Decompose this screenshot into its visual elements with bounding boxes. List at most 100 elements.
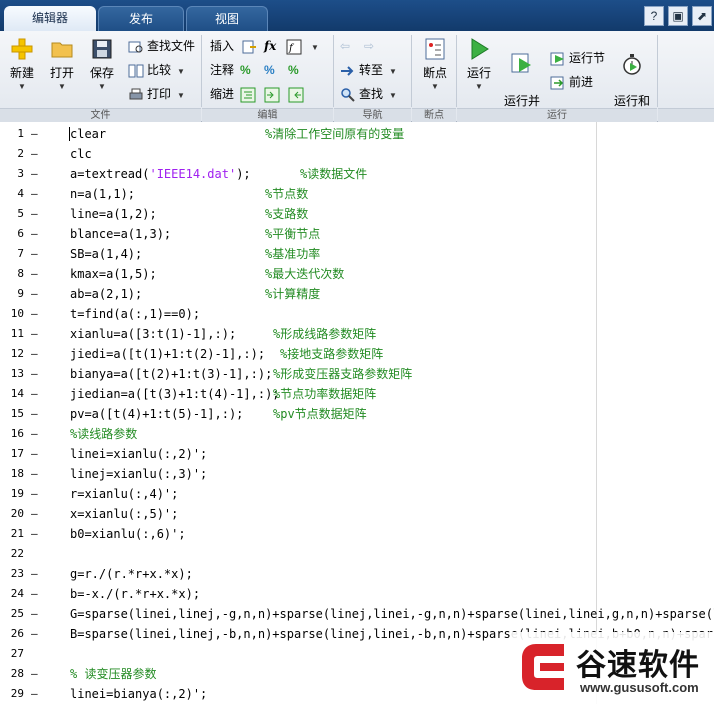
breakpoint-marker[interactable]: —	[31, 404, 38, 424]
code-line[interactable]: 12 — jiedi=a([t(1)+1:t(2)-1],:); %接地支路参数矩阵	[0, 344, 714, 364]
breakpoint-marker[interactable]: —	[31, 384, 38, 404]
code-line[interactable]: 15 — pv=a([t(4)+1:t(5)-1],:); %pv节点数据矩阵	[0, 404, 714, 424]
chevron-down-icon[interactable]: ▼	[462, 82, 496, 91]
code-line[interactable]: 17 — linei=xianlu(:,2)';	[0, 444, 714, 464]
fx-button[interactable]: fx	[264, 37, 276, 55]
breakpoints-button[interactable]: 断点 ▼	[417, 37, 453, 91]
code-comment: %支路数	[265, 207, 309, 221]
code-line[interactable]: 2 — clc	[0, 144, 714, 164]
insert-button[interactable]: 插入	[210, 37, 260, 55]
new-button[interactable]: 新建 ▼	[6, 37, 38, 91]
code-line[interactable]: 10 — t=find(a(:,1)==0);	[0, 304, 714, 324]
watermark-logo	[522, 644, 564, 690]
save-button[interactable]: 保存 ▼	[86, 37, 118, 91]
chevron-down-icon[interactable]: ▼	[389, 67, 397, 76]
chevron-down-icon[interactable]: ▼	[6, 82, 38, 91]
decrease-indent-icon[interactable]	[288, 85, 307, 103]
breakpoint-marker[interactable]: —	[31, 244, 38, 264]
chevron-down-icon[interactable]: ▼	[417, 82, 453, 91]
breakpoint-marker[interactable]: —	[31, 664, 38, 684]
breakpoint-marker[interactable]: —	[31, 444, 38, 464]
advance-button[interactable]: 前进	[550, 73, 593, 91]
find-button[interactable]: 查找 ▼	[340, 85, 397, 103]
increase-indent-icon[interactable]	[264, 85, 283, 103]
undock-icon[interactable]: ⬈	[692, 6, 712, 26]
chevron-down-icon[interactable]: ▼	[177, 91, 185, 100]
breakpoint-marker[interactable]: —	[31, 204, 38, 224]
code-line[interactable]: 14 — jiedian=a([t(3)+1:t(4)-1],:); %节点功率数据矩…	[0, 384, 714, 404]
code-line[interactable]: 25 — G=sparse(linei,linej,-g,n,n)+sparse(l…	[0, 604, 714, 624]
code-line[interactable]: 5 — line=a(1,2); %支路数	[0, 204, 714, 224]
code-line[interactable]: 9 — ab=a(2,1); %计算精度	[0, 284, 714, 304]
code-line[interactable]: 1 — clear %清除工作空间原有的变量	[0, 124, 714, 144]
help-icon[interactable]: ?	[644, 6, 664, 26]
comment-percent-icon[interactable]: %	[240, 61, 251, 79]
breakpoint-marker[interactable]: —	[31, 484, 38, 504]
breakpoint-marker[interactable]: —	[31, 324, 38, 344]
code-line[interactable]: 22	[0, 544, 714, 564]
print-button[interactable]: 打印 ▼	[128, 85, 185, 103]
watermark-title: 谷速软件	[576, 648, 700, 683]
code-line[interactable]: 13 — bianya=a([t(2)+1:t(3)-1],:); %形成变压器支路参…	[0, 364, 714, 384]
breakpoint-marker[interactable]: —	[31, 304, 38, 324]
open-button[interactable]: 打开 ▼	[46, 37, 78, 91]
breakpoint-marker[interactable]: —	[31, 624, 38, 644]
tab-editor[interactable]: 编辑器	[4, 6, 96, 31]
chevron-down-icon[interactable]: ▼	[311, 43, 319, 52]
breakpoint-marker[interactable]: —	[31, 604, 38, 624]
breakpoint-marker[interactable]: —	[31, 504, 38, 524]
code-line[interactable]: 23 — g=r./(r.*r+x.*x);	[0, 564, 714, 584]
breakpoint-marker[interactable]: —	[31, 344, 38, 364]
breakpoint-marker[interactable]: —	[31, 424, 38, 444]
back-arrow-icon[interactable]: ⇦	[340, 37, 350, 55]
breakpoint-marker[interactable]: —	[31, 284, 38, 304]
code-line[interactable]: 6 — blance=a(1,3); %平衡节点	[0, 224, 714, 244]
uncomment-percent-icon[interactable]: %	[264, 61, 275, 79]
wrap-comment-icon[interactable]: %	[288, 61, 299, 79]
goto-button[interactable]: 转至 ▼	[340, 61, 397, 79]
code-line[interactable]: 18 — linej=xianlu(:,3)';	[0, 464, 714, 484]
forward-arrow-icon[interactable]: ⇨	[364, 37, 374, 55]
breakpoint-marker[interactable]: —	[31, 524, 38, 544]
comment-button[interactable]: 注释	[210, 61, 234, 79]
breakpoint-marker[interactable]: —	[31, 164, 38, 184]
smart-indent-icon[interactable]	[240, 85, 259, 103]
breakpoint-marker[interactable]: —	[31, 564, 38, 584]
code-line[interactable]: 3 — a=textread('IEEE14.dat'); %读数据文件	[0, 164, 714, 184]
chevron-down-icon[interactable]: ▼	[177, 67, 185, 76]
indent-button[interactable]: 缩进	[210, 85, 234, 103]
code-line[interactable]: 16 — %读线路参数	[0, 424, 714, 444]
function-browser-button[interactable]: f ▼	[286, 37, 319, 55]
breakpoint-marker[interactable]: —	[31, 224, 38, 244]
breakpoint-marker[interactable]: —	[31, 584, 38, 604]
breakpoint-marker[interactable]: —	[31, 184, 38, 204]
code-line[interactable]: 20 — x=xianlu(:,5)';	[0, 504, 714, 524]
code-editor[interactable]: 1 — clear %清除工作空间原有的变量 2 — clc 3 — a=textread('IE…	[0, 122, 714, 704]
breakpoint-marker[interactable]: —	[31, 144, 38, 164]
code-line[interactable]: 24 — b=-x./(r.*r+x.*x);	[0, 584, 714, 604]
breakpoint-marker[interactable]: —	[31, 124, 38, 144]
compare-button[interactable]: 比较 ▼	[128, 61, 185, 79]
code-line[interactable]: 8 — kmax=a(1,5); %最大迭代次数	[0, 264, 714, 284]
code-line[interactable]: 21 — b0=xianlu(:,6)';	[0, 524, 714, 544]
tab-publish[interactable]: 发布	[98, 6, 184, 31]
code-text: n=a(1,1);	[70, 187, 136, 201]
breakpoint-marker[interactable]: —	[31, 364, 38, 384]
save-icon[interactable]: ▣	[668, 6, 688, 26]
code-comment: %清除工作空间原有的变量	[265, 127, 405, 141]
printer-icon	[129, 88, 143, 100]
chevron-down-icon[interactable]: ▼	[86, 82, 118, 91]
breakpoint-marker[interactable]: —	[31, 464, 38, 484]
code-line[interactable]: 4 — n=a(1,1); %节点数	[0, 184, 714, 204]
find-files-button[interactable]: 查找文件	[128, 37, 195, 55]
chevron-down-icon[interactable]: ▼	[389, 91, 397, 100]
code-line[interactable]: 19 — r=xianlu(:,4)';	[0, 484, 714, 504]
tab-view[interactable]: 视图	[186, 6, 268, 31]
run-button[interactable]: 运行 ▼	[462, 37, 496, 91]
chevron-down-icon[interactable]: ▼	[46, 82, 78, 91]
code-line[interactable]: 11 — xianlu=a([3:t(1)-1],:); %形成线路参数矩阵	[0, 324, 714, 344]
breakpoint-marker[interactable]: —	[31, 264, 38, 284]
run-section-button[interactable]: 运行节	[550, 49, 605, 67]
code-line[interactable]: 7 — SB=a(1,4); %基准功率	[0, 244, 714, 264]
breakpoint-marker[interactable]: —	[31, 684, 38, 704]
